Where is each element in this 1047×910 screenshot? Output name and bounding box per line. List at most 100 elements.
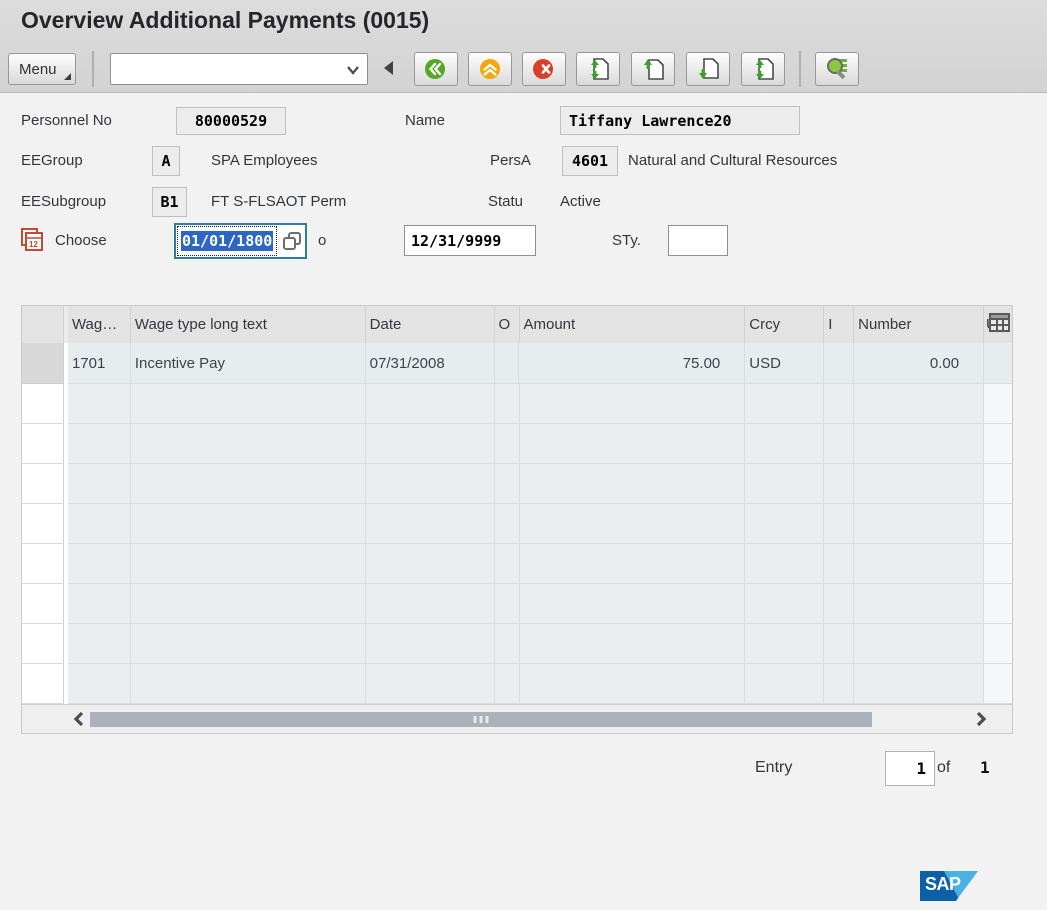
date-picker-button[interactable] xyxy=(278,225,305,257)
ee-group-label: EEGroup xyxy=(21,152,83,169)
name-field[interactable]: Tiffany Lawrence20 xyxy=(560,106,800,135)
scroll-left-icon[interactable] xyxy=(72,710,86,728)
page-title: Overview Additional Payments (0015) xyxy=(21,7,429,34)
row-selection-cell xyxy=(22,424,64,464)
back-button[interactable] xyxy=(414,52,458,86)
payments-table: Wag… Wage type long text Date O Amount C… xyxy=(21,305,1013,734)
cancel-icon xyxy=(531,56,557,82)
table-row xyxy=(22,464,1012,504)
pers-a-field[interactable]: 4601 xyxy=(562,146,618,176)
exit-icon xyxy=(477,56,503,82)
sap-logo: SAP xyxy=(920,871,978,901)
ee-subgroup-text: FT S-FLSAOT Perm xyxy=(211,193,346,210)
header-wage-type[interactable]: Wag… xyxy=(68,306,131,343)
table-settings-grid-icon[interactable] xyxy=(989,313,1010,332)
next-page-icon xyxy=(694,55,722,83)
cell-long-text[interactable]: Incentive Pay xyxy=(131,343,366,384)
table-row xyxy=(22,544,1012,584)
svg-text:12: 12 xyxy=(29,240,38,249)
entry-input[interactable] xyxy=(885,751,935,786)
menu-dropdown-triangle-icon xyxy=(64,73,71,80)
row-selection-cell xyxy=(22,664,64,704)
sap-window: Overview Additional Payments (0015) Menu xyxy=(0,0,1047,910)
header-o[interactable]: O xyxy=(495,306,520,343)
subtype-field[interactable] xyxy=(668,225,728,256)
horizontal-scrollbar[interactable] xyxy=(22,704,1012,733)
ee-group-field[interactable]: A xyxy=(152,146,180,176)
row-selection-cell xyxy=(22,544,64,584)
to-label: o xyxy=(318,232,326,249)
table-empty-rows xyxy=(22,384,1012,704)
top-bar: Overview Additional Payments (0015) Menu xyxy=(0,0,1047,93)
status-label: Statu xyxy=(488,193,523,210)
menu-button-label: Menu xyxy=(19,61,57,78)
row-selection-cell xyxy=(22,464,64,504)
header-crcy[interactable]: Crcy xyxy=(745,306,824,343)
status-value: Active xyxy=(560,193,601,210)
personnel-no-label: Personnel No xyxy=(21,112,112,129)
collapse-left-icon[interactable] xyxy=(384,61,393,75)
cell-date[interactable]: 07/31/2008 xyxy=(366,343,495,384)
previous-page-button[interactable] xyxy=(631,52,675,86)
find-icon xyxy=(823,55,851,83)
scrollbar-grip-icon xyxy=(474,716,489,723)
table-row: 1701 Incentive Pay 07/31/2008 75.00 USD … xyxy=(22,343,1012,384)
subtype-label: STy. xyxy=(612,232,641,249)
table-row xyxy=(22,624,1012,664)
last-page-icon xyxy=(749,55,777,83)
cell-crcy[interactable]: USD xyxy=(745,343,824,384)
cell-unit[interactable] xyxy=(984,343,1012,384)
cell-wage-type[interactable]: 1701 xyxy=(68,343,131,384)
table-row xyxy=(22,584,1012,624)
header-wage-type-long-text[interactable]: Wage type long text xyxy=(131,306,366,343)
command-field-combo xyxy=(110,53,368,85)
last-page-button[interactable] xyxy=(741,52,785,86)
cell-o[interactable] xyxy=(495,343,520,384)
cell-number[interactable]: 0.00 xyxy=(854,343,984,384)
table-row xyxy=(22,504,1012,544)
date-from-selected-text: 01/01/1800 xyxy=(181,231,273,251)
table-header-row: Wag… Wage type long text Date O Amount C… xyxy=(22,306,1012,343)
first-page-icon xyxy=(584,55,612,83)
ee-group-text: SPA Employees xyxy=(211,152,317,169)
row-selection-cell xyxy=(22,584,64,624)
ee-subgroup-field[interactable]: B1 xyxy=(152,187,187,217)
row-selection-cell xyxy=(22,384,64,424)
personnel-no-field[interactable]: 80000529 xyxy=(176,107,286,135)
toolbar-separator xyxy=(799,51,801,87)
name-label: Name xyxy=(405,112,445,129)
header-date[interactable]: Date xyxy=(366,306,495,343)
date-from-field[interactable]: 01/01/1800 xyxy=(177,226,277,256)
table-row xyxy=(22,664,1012,704)
entry-label: Entry xyxy=(755,759,792,777)
command-field-input[interactable] xyxy=(111,54,367,84)
pers-a-label: PersA xyxy=(490,152,531,169)
header-selection-column[interactable] xyxy=(22,306,64,343)
cell-i[interactable] xyxy=(824,343,854,384)
entry-of-label: of xyxy=(937,759,950,777)
table-row xyxy=(22,384,1012,424)
table-row xyxy=(22,424,1012,464)
exit-button[interactable] xyxy=(468,52,512,86)
cell-amount[interactable]: 75.00 xyxy=(519,343,745,384)
choose-label: Choose xyxy=(55,232,107,249)
menu-button[interactable]: Menu xyxy=(8,53,76,85)
date-to-field[interactable]: 12/31/9999 xyxy=(404,225,536,256)
date-from-group: 01/01/1800 xyxy=(174,223,307,259)
header-unit: U xyxy=(984,306,1012,343)
row-selection-cell xyxy=(22,504,64,544)
row-selection-cell[interactable] xyxy=(22,343,64,384)
toolbar-separator xyxy=(92,51,94,87)
scrollbar-thumb[interactable] xyxy=(90,712,872,727)
header-amount[interactable]: Amount xyxy=(520,306,746,343)
choose-period-calendar-icon[interactable]: 12 xyxy=(20,227,44,252)
chevron-down-icon[interactable] xyxy=(345,63,361,77)
header-i[interactable]: I xyxy=(824,306,854,343)
scroll-right-icon[interactable] xyxy=(974,710,988,728)
next-page-button[interactable] xyxy=(686,52,730,86)
cancel-button[interactable] xyxy=(522,52,566,86)
header-number[interactable]: Number xyxy=(854,306,984,343)
ee-subgroup-label: EESubgroup xyxy=(21,193,106,210)
first-page-button[interactable] xyxy=(576,52,620,86)
find-button[interactable] xyxy=(815,52,859,86)
